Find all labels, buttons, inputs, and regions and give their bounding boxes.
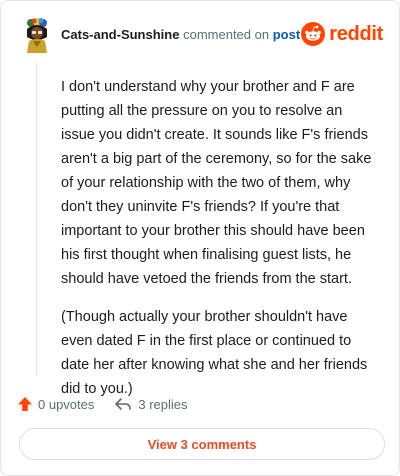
reply-arrow-icon (115, 398, 132, 410)
commented-on-text: commented on (183, 27, 270, 42)
reddit-logo[interactable]: reddit (301, 21, 383, 47)
post-link[interactable]: post (273, 27, 300, 42)
upvote-button[interactable]: 0 upvotes (17, 396, 94, 412)
comment-actions: 0 upvotes 3 replies (17, 393, 188, 415)
comment-header: Cats-and-Sunshine commented on post redd… (17, 17, 383, 53)
comment-paragraph: (Though actually your brother shouldn't … (61, 309, 368, 397)
avatar[interactable] (21, 17, 53, 53)
comment-paragraph: I don't understand why your brother and … (61, 79, 372, 287)
upvote-count: 0 upvotes (38, 396, 95, 412)
comment-body: I don't understand why your brother and … (61, 75, 379, 415)
reply-count: 3 replies (138, 396, 188, 412)
avatar-image (27, 18, 47, 53)
view-comments-button[interactable]: View 3 comments (19, 428, 385, 460)
comment-card: Cats-and-Sunshine commented on post redd… (0, 0, 400, 476)
reddit-wordmark: reddit (329, 22, 383, 45)
upvote-arrow-icon (18, 397, 32, 411)
byline: Cats-and-Sunshine commented on post (61, 27, 300, 42)
thread-line (36, 63, 37, 375)
replies-button[interactable]: 3 replies (114, 396, 188, 412)
reddit-snoo-icon (301, 22, 326, 46)
username-link[interactable]: Cats-and-Sunshine (61, 27, 179, 42)
